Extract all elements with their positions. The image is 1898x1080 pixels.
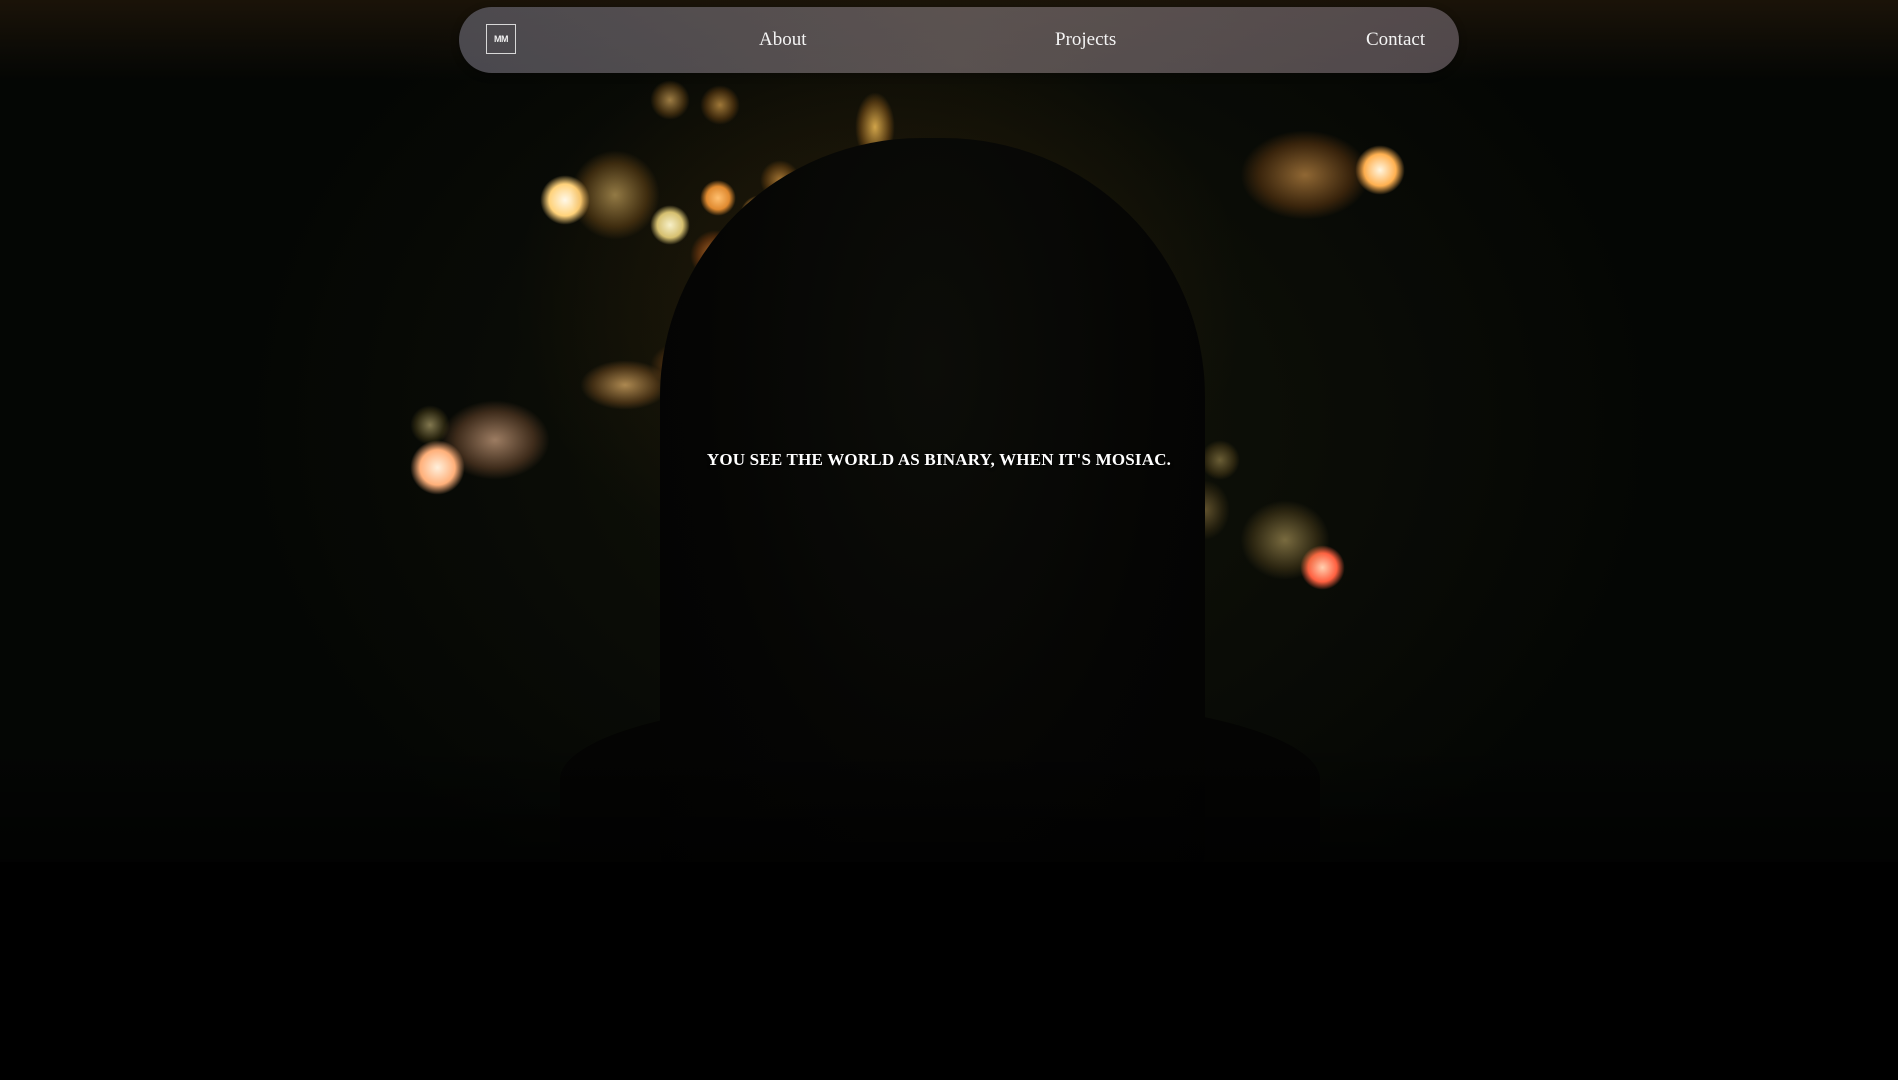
bokeh-light <box>650 205 690 245</box>
bokeh-light <box>540 175 590 225</box>
bokeh-light <box>650 80 690 120</box>
page: YOU SEE THE WORLD AS BINARY, WHEN IT'S M… <box>0 0 1898 1080</box>
bokeh-light <box>700 85 740 125</box>
bokeh-light <box>1300 545 1345 590</box>
bokeh-light <box>580 360 670 410</box>
bokeh-light <box>1240 500 1330 580</box>
bokeh-light <box>1355 145 1405 195</box>
nav-link-projects[interactable]: Projects <box>1055 7 1116 73</box>
bokeh-light <box>700 180 736 216</box>
nav-link-contact[interactable]: Contact <box>1366 7 1425 73</box>
top-navbar: MM About Projects Contact <box>459 7 1459 73</box>
logo-icon[interactable]: MM <box>486 24 516 54</box>
bokeh-light <box>1240 130 1370 220</box>
hero-tagline: YOU SEE THE WORLD AS BINARY, WHEN IT'S M… <box>706 450 1172 469</box>
hero-video-background: YOU SEE THE WORLD AS BINARY, WHEN IT'S M… <box>0 0 1898 862</box>
bokeh-light <box>570 150 660 240</box>
hero-bottom-fade <box>0 742 1898 862</box>
nav-link-about[interactable]: About <box>759 7 807 73</box>
bokeh-light <box>410 405 450 445</box>
